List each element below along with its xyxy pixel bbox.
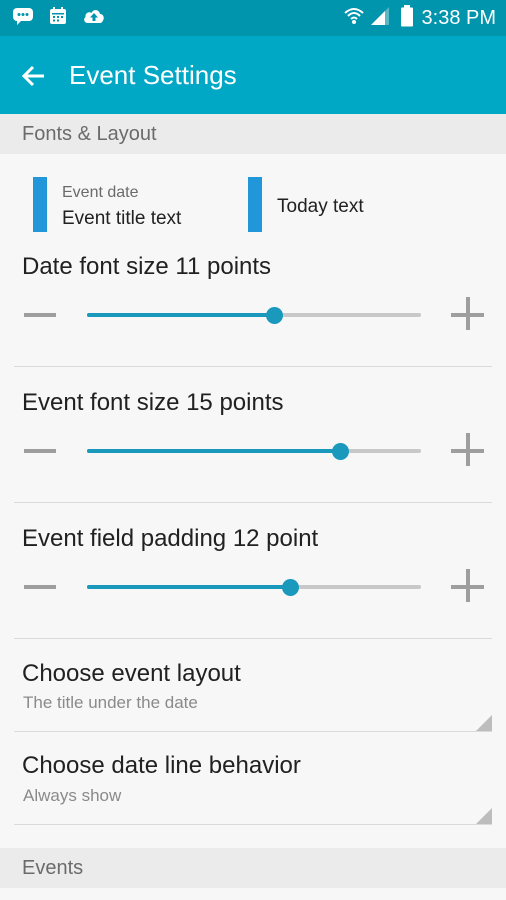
app-bar: Event Settings: [0, 36, 506, 114]
divider: [14, 731, 492, 732]
battery-icon: [400, 4, 414, 32]
today-color-bar: [248, 177, 262, 232]
preview-event-title: Event title text: [62, 208, 182, 229]
event-field-padding-row: [0, 567, 506, 607]
date-font-size-row: [0, 295, 506, 335]
slider-fill: [87, 585, 291, 589]
dropdown-corner-icon: [476, 808, 492, 824]
pref-summary: Always show: [23, 786, 122, 805]
event-font-size-row: [0, 431, 506, 471]
event-font-size-label: Event font size 15 points: [22, 389, 284, 416]
event-color-bar: [33, 177, 47, 232]
preview-today-text: Today text: [277, 196, 364, 217]
divider: [14, 824, 492, 825]
slider-thumb[interactable]: [282, 578, 300, 596]
decrease-event-font-button[interactable]: [24, 449, 56, 453]
divider: [14, 638, 492, 639]
signal-icon: [370, 6, 390, 31]
slider-thumb[interactable]: [331, 442, 349, 460]
arrow-back-icon[interactable]: [20, 62, 48, 90]
preview-event-date: Event date: [62, 184, 139, 201]
date-font-size-slider[interactable]: [87, 306, 421, 324]
date-font-size-label: Date font size 11 points: [22, 253, 272, 280]
event-field-padding-label: Event field padding 12 point: [22, 525, 319, 552]
divider: [14, 366, 492, 367]
event-field-padding-slider[interactable]: [87, 578, 421, 596]
cloud-upload-icon: [82, 7, 106, 30]
wifi-icon: [343, 6, 364, 31]
divider: [14, 502, 492, 503]
chat-icon: [12, 7, 34, 30]
pref-summary: The title under the date: [23, 693, 198, 712]
decrease-date-font-button[interactable]: [24, 313, 56, 317]
event-font-size-slider[interactable]: [87, 442, 421, 460]
pref-title: Choose date line behavior: [22, 752, 301, 779]
calendar-icon: [48, 6, 68, 31]
section-header-fonts-layout: Fonts & Layout: [0, 114, 506, 154]
slider-thumb[interactable]: [265, 306, 283, 324]
status-bar: 3:38 PM: [0, 0, 506, 36]
decrease-padding-button[interactable]: [24, 585, 56, 589]
section-header-events: Events: [0, 848, 506, 888]
page-title: Event Settings: [69, 60, 237, 90]
status-time: 3:38 PM: [421, 6, 496, 29]
slider-fill: [87, 313, 275, 317]
dropdown-corner-icon: [476, 715, 492, 731]
slider-fill: [87, 449, 341, 453]
pref-title: Choose event layout: [22, 660, 241, 687]
